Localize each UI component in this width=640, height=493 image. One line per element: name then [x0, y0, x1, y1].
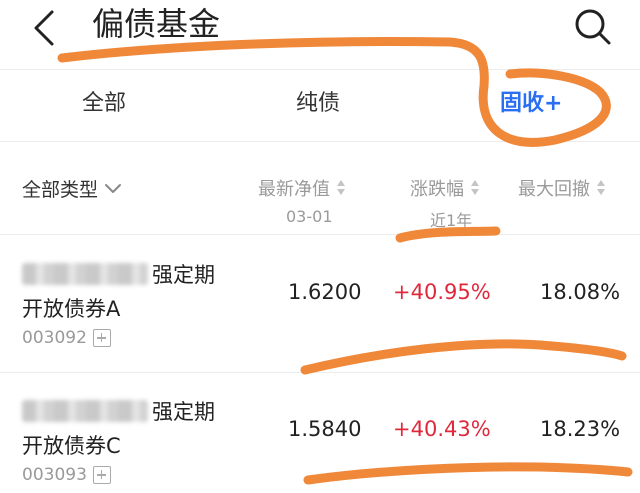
fund-row[interactable]: 强定期 开放债券A 003092 1.6200 +40.95% 18.08%	[0, 236, 640, 373]
nav-column-label: 最新净值	[258, 179, 330, 200]
category-tabs: 全部 纯债 固收+	[0, 70, 640, 142]
fund-name: 强定期 开放债券A	[22, 258, 252, 326]
sort-icon	[470, 179, 480, 197]
sort-icon	[336, 179, 346, 197]
fund-nav-value: 1.5840	[288, 417, 362, 441]
app-header: 偏债基金	[0, 0, 640, 70]
redacted-name-blur	[22, 263, 148, 285]
fund-name-line1: 强定期	[152, 400, 215, 424]
fund-name-line1: 强定期	[152, 263, 215, 287]
drawdown-column-sort[interactable]: 最大回撤	[518, 175, 606, 201]
tab-all[interactable]: 全部	[82, 88, 126, 120]
chevron-left-icon	[34, 10, 54, 46]
sort-icon	[596, 179, 606, 197]
nav-column-sort[interactable]: 最新净值	[258, 175, 346, 201]
drawdown-column-label: 最大回撤	[518, 179, 590, 200]
fund-name: 强定期 开放债券C	[22, 395, 252, 463]
change-column-label: 涨跌幅	[410, 179, 464, 200]
fund-code: 003092	[22, 328, 87, 348]
fund-code-group: 003092	[22, 328, 111, 348]
fund-drawdown-value: 18.23%	[540, 417, 621, 441]
fund-change-value: +40.43%	[393, 417, 491, 441]
fund-code-group: 003093	[22, 465, 111, 485]
fund-name-line2: 开放债券A	[22, 297, 121, 321]
search-icon	[575, 9, 611, 45]
nav-date-label: 03-01	[286, 207, 333, 226]
redacted-name-blur	[22, 400, 148, 422]
page-title: 偏债基金	[92, 5, 221, 43]
add-to-watchlist-icon[interactable]	[92, 466, 111, 484]
fund-nav-value: 1.6200	[288, 280, 362, 304]
type-filter-label: 全部类型	[22, 179, 99, 201]
change-period-selector[interactable]: 近1年	[430, 207, 472, 231]
change-column-sort[interactable]: 涨跌幅	[410, 175, 480, 201]
fund-row[interactable]: 强定期 开放债券C 003093 1.5840 +40.43% 18.23%	[0, 373, 640, 493]
fund-name-line2: 开放债券C	[22, 434, 121, 458]
fund-drawdown-value: 18.08%	[540, 280, 621, 304]
fund-change-value: +40.95%	[393, 280, 491, 304]
add-to-watchlist-icon[interactable]	[92, 329, 111, 347]
fund-code: 003093	[22, 465, 87, 485]
tab-pure-bond[interactable]: 纯债	[296, 88, 340, 120]
back-button[interactable]	[22, 6, 66, 50]
tab-fixed-income-plus[interactable]: 固收+	[500, 88, 562, 120]
chevron-down-icon	[105, 183, 122, 193]
column-header: 全部类型 最新净值 03-01 涨跌幅 近1年 最大回撤	[0, 143, 640, 235]
type-filter-dropdown[interactable]: 全部类型	[22, 175, 122, 202]
search-button[interactable]	[570, 4, 614, 48]
